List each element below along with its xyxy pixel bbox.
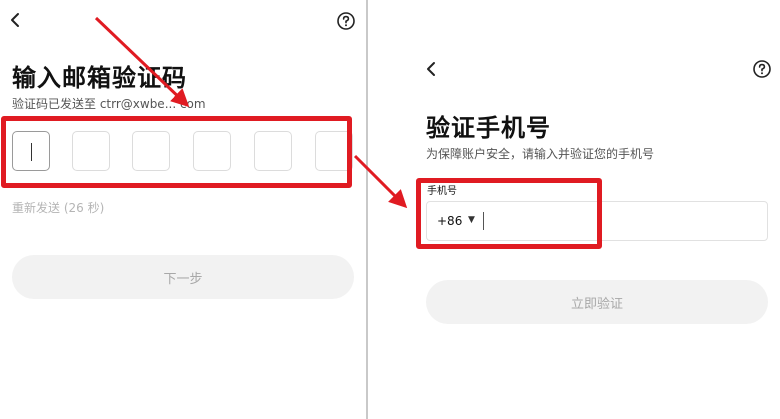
annotation-arrow	[94, 16, 190, 108]
annotation-arrow	[353, 154, 408, 209]
annotation-arrows	[94, 16, 408, 209]
